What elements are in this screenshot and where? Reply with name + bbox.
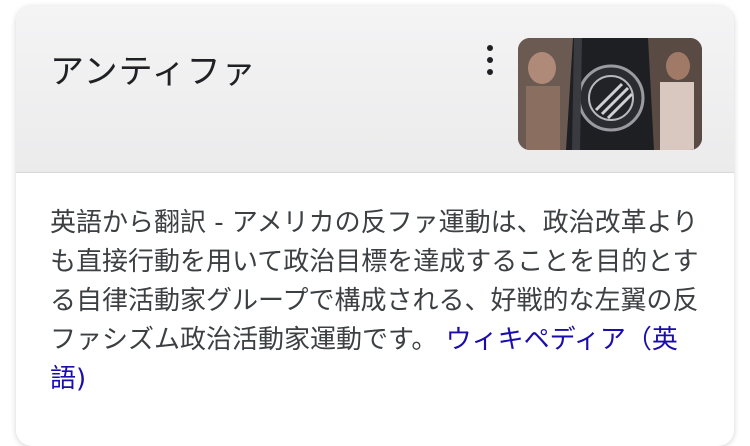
panel-title: アンティファ [50, 52, 257, 92]
more-options-button[interactable] [476, 40, 504, 80]
panel-description: 英語から翻訳 - アメリカの反ファ運動は、政治改革よりも直接行動を用いて政治目標… [50, 204, 700, 399]
knowledge-panel-header: アンティファ [16, 6, 734, 173]
more-vert-icon [487, 45, 493, 51]
knowledge-panel-card: アンティファ 英語から翻訳 - アメリカの反ファ運動は、政治改革よりも直接行動を… [16, 6, 734, 446]
antifa-jacket-photo [518, 38, 702, 150]
thumbnail-image[interactable] [518, 38, 702, 150]
